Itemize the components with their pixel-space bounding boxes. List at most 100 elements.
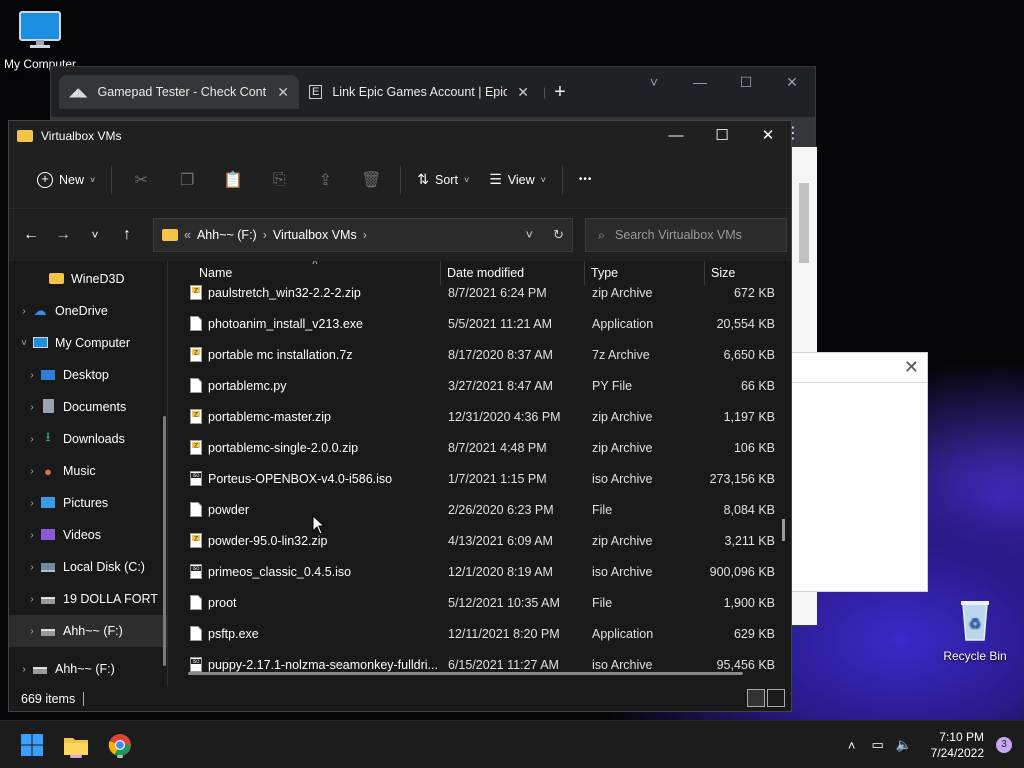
drive-icon: [31, 662, 49, 677]
back-arrow-icon[interactable]: ←: [15, 226, 47, 244]
expand-chevron-icon[interactable]: ›: [25, 594, 39, 605]
table-row[interactable]: Zportablemc-single-2.0.0.zip 8/7/2021 4:4…: [168, 432, 791, 463]
expand-chevron-icon[interactable]: ›: [25, 402, 39, 413]
vertical-scrollbar-thumb[interactable]: [782, 519, 785, 541]
nav-item-wined3d[interactable]: WineD3D: [9, 263, 167, 295]
new-tab-button[interactable]: +: [554, 81, 566, 104]
chrome-tab-gamepad-tester[interactable]: ◢◣ Gamepad Tester - Check Controll ✕: [59, 75, 299, 109]
table-row[interactable]: Zportable mc installation.7z 8/17/2020 8:…: [168, 339, 791, 370]
address-bar[interactable]: « Ahh~~ (F:) › Virtualbox VMs › ˅ ↻: [153, 218, 573, 252]
close-button[interactable]: ✕: [745, 121, 791, 151]
table-row[interactable]: powder 2/26/2020 6:23 PM File 8,084 KB: [168, 494, 791, 525]
tab-search-button[interactable]: ˅: [631, 67, 677, 97]
start-button[interactable]: [16, 729, 48, 761]
desktop-icon-recycle-bin[interactable]: ♻ Recycle Bin: [940, 598, 1010, 663]
forward-arrow-icon[interactable]: →: [47, 226, 79, 244]
column-divider[interactable]: [440, 261, 441, 285]
overflow-chevron[interactable]: «: [184, 228, 191, 242]
table-row[interactable]: ISO primeos_classic_0.4.5.iso 12/1/2020 8:…: [168, 556, 791, 587]
more-options-button[interactable]: •••: [569, 162, 603, 198]
file-date: 6/15/2021 11:27 AM: [448, 657, 559, 672]
view-button[interactable]: ☰ View ˅: [479, 162, 556, 198]
breadcrumb-folder[interactable]: Virtualbox VMs: [273, 228, 357, 242]
minimize-button[interactable]: —: [653, 121, 699, 151]
table-row[interactable]: portablemc.py 3/27/2021 8:47 AM PY File 66 …: [168, 370, 791, 401]
nav-item-desktop[interactable]: › Desktop: [9, 359, 167, 391]
expand-chevron-icon[interactable]: ›: [17, 664, 31, 675]
volume-icon[interactable]: 🔈: [891, 737, 917, 753]
expand-chevron-icon[interactable]: ›: [25, 626, 39, 637]
recent-locations-icon[interactable]: ˅: [79, 228, 111, 242]
up-arrow-icon[interactable]: ↑: [111, 226, 143, 244]
chevron-up-icon[interactable]: ˄: [839, 738, 865, 753]
copy-icon[interactable]: ❐: [164, 162, 210, 198]
column-divider[interactable]: [704, 261, 705, 285]
table-row[interactable]: ISO puppy-2.17.1-nolzma-seamonkey-fulldri…: [168, 649, 791, 680]
maximize-button[interactable]: ☐: [723, 67, 769, 97]
sort-button[interactable]: ⇅ Sort ˅: [407, 162, 479, 198]
taskbar-file-explorer[interactable]: [60, 729, 92, 761]
close-icon[interactable]: ✕: [277, 84, 289, 101]
scrollbar-thumb[interactable]: [799, 183, 809, 263]
maximize-button[interactable]: ☐: [699, 121, 745, 151]
table-row[interactable]: Zpowder-95.0-lin32.zip 4/13/2021 6:09 AM z…: [168, 525, 791, 556]
nav-item-ahh-f[interactable]: › Ahh~~ (F:): [9, 615, 167, 647]
dialog-header: ✕: [791, 353, 927, 383]
new-button[interactable]: + New ˅: [27, 162, 105, 198]
close-button[interactable]: ✕: [769, 67, 815, 97]
horizontal-scrollbar-thumb[interactable]: [188, 672, 743, 675]
address-row: ← → ˅ ↑ « Ahh~~ (F:) › Virtualbox VMs › …: [9, 209, 791, 261]
table-row[interactable]: photoanim_install_v213.exe 5/5/2021 11:21…: [168, 308, 791, 339]
expand-chevron-icon[interactable]: ›: [25, 466, 39, 477]
details-view-icon[interactable]: [747, 689, 765, 707]
chevron-down-icon[interactable]: ˅: [526, 227, 534, 243]
column-date-modified[interactable]: Date modified: [447, 266, 524, 280]
paste-icon[interactable]: 📋: [210, 162, 256, 198]
expand-chevron-icon[interactable]: ›: [25, 498, 39, 509]
network-icon[interactable]: ▭: [865, 737, 891, 753]
table-row[interactable]: ISO Porteus-OPENBOX-v4.0-i586.iso 1/7/2021…: [168, 463, 791, 494]
column-name[interactable]: Name: [199, 266, 232, 280]
chrome-tab-epic-games[interactable]: E Link Epic Games Account | Epic G ✕: [299, 75, 539, 109]
taskbar-chrome[interactable]: [104, 729, 136, 761]
nav-item-ahh-f[interactable]: › Ahh~~ (F:): [9, 653, 167, 685]
column-type[interactable]: Type: [591, 266, 618, 280]
expand-chevron-icon[interactable]: ›: [25, 370, 39, 381]
nav-item-documents[interactable]: › Documents: [9, 391, 167, 423]
close-icon[interactable]: ✕: [904, 357, 919, 378]
nav-item-19-dolla-fort[interactable]: › 19 DOLLA FORT: [9, 583, 167, 615]
notification-badge[interactable]: 3: [996, 737, 1012, 753]
expand-chevron-icon[interactable]: ›: [25, 434, 39, 445]
expand-chevron-icon[interactable]: ›: [25, 562, 39, 573]
tiles-view-icon[interactable]: [767, 689, 785, 707]
nav-item-onedrive[interactable]: › ☁ OneDrive: [9, 295, 167, 327]
column-size[interactable]: Size: [711, 266, 735, 280]
file-date: 12/31/2020 4:36 PM: [448, 409, 561, 424]
table-row[interactable]: psftp.exe 12/11/2021 8:20 PM Application 62…: [168, 618, 791, 649]
file-type: 7z Archive: [592, 347, 650, 362]
cut-icon[interactable]: ✂: [118, 162, 164, 198]
refresh-icon[interactable]: ↻: [553, 227, 564, 243]
nav-item-videos[interactable]: › Videos: [9, 519, 167, 551]
column-divider[interactable]: [584, 261, 585, 285]
nav-item-music[interactable]: › ● Music: [9, 455, 167, 487]
nav-item-local-disk-c[interactable]: › Local Disk (C:): [9, 551, 167, 583]
clock[interactable]: 7:10 PM 7/24/2022: [931, 729, 984, 761]
table-row[interactable]: proot 5/12/2021 10:35 AM File 1,900 KB: [168, 587, 791, 618]
share-icon[interactable]: ⇪: [302, 162, 348, 198]
nav-item-my-computer[interactable]: ˅ My Computer: [9, 327, 167, 359]
search-box[interactable]: ⌕ Search Virtualbox VMs: [585, 218, 787, 252]
expand-chevron-icon[interactable]: ›: [17, 306, 31, 317]
nav-scrollbar-thumb[interactable]: [163, 416, 166, 666]
minimize-button[interactable]: —: [677, 67, 723, 97]
expand-chevron-icon[interactable]: ˅: [17, 338, 31, 349]
table-row[interactable]: Zportablemc-master.zip 12/31/2020 4:36 PM…: [168, 401, 791, 432]
desktop-icon-my-computer[interactable]: My Computer: [2, 10, 78, 71]
delete-icon[interactable]: 🗑: [348, 162, 394, 198]
expand-chevron-icon[interactable]: ›: [25, 530, 39, 541]
rename-icon[interactable]: ⎘: [256, 162, 302, 198]
nav-item-pictures[interactable]: › Pictures: [9, 487, 167, 519]
close-icon[interactable]: ✕: [517, 84, 529, 101]
breadcrumb-drive[interactable]: Ahh~~ (F:): [197, 228, 257, 242]
nav-item-downloads[interactable]: › ⭳ Downloads: [9, 423, 167, 455]
